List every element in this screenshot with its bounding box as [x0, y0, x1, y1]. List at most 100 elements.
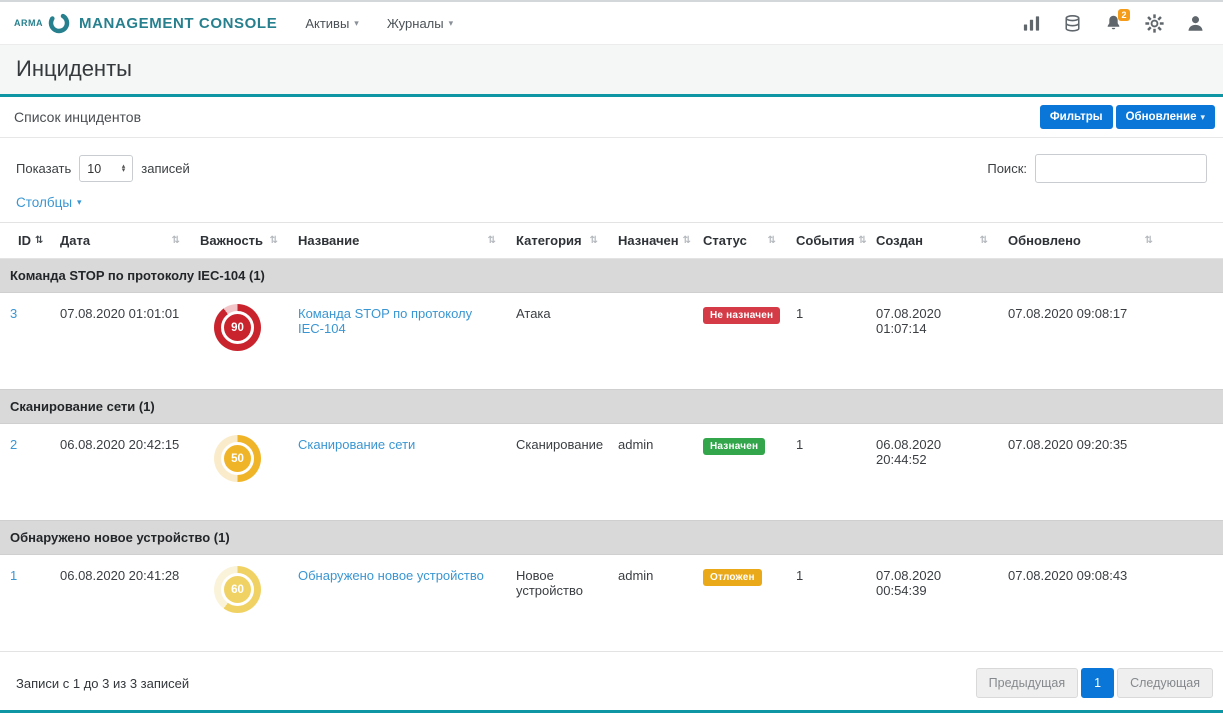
arma-logo-text: ARMA: [14, 18, 43, 28]
cell-status: Не назначен: [693, 293, 786, 390]
cell-events: 1: [786, 555, 866, 652]
sort-icon: ⇅: [858, 235, 866, 246]
header-events-label: События: [796, 233, 854, 248]
header-status[interactable]: Статус⇅: [693, 223, 786, 259]
menu-logs[interactable]: Журналы ▾: [387, 16, 453, 31]
menu-logs-label: Журналы: [387, 16, 444, 31]
header-created[interactable]: Создан ⇅: [866, 223, 998, 259]
header-status-label: Статус: [703, 233, 747, 248]
cell-events: 1: [786, 293, 866, 390]
incident-name-link[interactable]: Команда STOP по протоколу IEC-104: [298, 306, 472, 336]
cell-assigned: admin: [608, 555, 693, 652]
incident-name-link[interactable]: Сканирование сети: [298, 437, 415, 452]
sort-icon: ⇅: [590, 235, 598, 246]
group-header-row: Обнаружено новое устройство (1): [0, 521, 1223, 555]
incident-row: 1 06.08.2020 20:41:28 60 Обнаружено ново…: [0, 555, 1223, 652]
cell-id: 2: [0, 424, 50, 521]
cell-date: 07.08.2020 01:01:01: [50, 293, 190, 390]
cell-date: 06.08.2020 20:41:28: [50, 555, 190, 652]
header-name-label: Название: [298, 233, 359, 248]
group-label: Команда STOP по протоколу IEC-104 (1): [10, 268, 265, 283]
header-updated-label: Обновлено: [1008, 233, 1081, 248]
cell-id: 3: [0, 293, 50, 390]
header-id[interactable]: ID⇅: [0, 223, 50, 259]
notification-count-badge: 2: [1118, 9, 1130, 22]
header-category[interactable]: Категория ⇅: [506, 223, 608, 259]
panel-title: Список инцидентов: [14, 109, 141, 125]
header-category-label: Категория: [516, 233, 582, 248]
refresh-button[interactable]: Обновление ▾: [1116, 105, 1215, 129]
cell-created: 07.08.2020 01:07:14: [866, 293, 998, 390]
group-header-row: Сканирование сети (1): [0, 390, 1223, 424]
severity-value: 50: [221, 442, 254, 475]
main-menu: Активы ▾ Журналы ▾: [305, 16, 453, 31]
next-page-button[interactable]: Следующая: [1117, 668, 1213, 698]
cell-category: Новое устройство: [506, 555, 608, 652]
cell-name: Сканирование сети: [288, 424, 506, 521]
sort-icon: ⇅: [980, 235, 988, 246]
columns-control-row: Столбцы ▾: [0, 187, 1223, 222]
incident-name-link[interactable]: Обнаружено новое устройство: [298, 568, 484, 583]
records-summary: Записи с 1 до 3 из 3 записей: [16, 676, 189, 691]
header-updated[interactable]: Обновлено ⇅: [998, 223, 1223, 259]
group-label: Сканирование сети (1): [10, 399, 155, 414]
severity-value: 60: [221, 573, 254, 606]
header-name[interactable]: Название⇅: [288, 223, 506, 259]
caret-down-icon: ▾: [77, 198, 82, 207]
status-badge: Отложен: [703, 569, 762, 586]
search-control: Поиск:: [987, 154, 1207, 183]
cell-created: 07.08.2020 00:54:39: [866, 555, 998, 652]
menu-assets-label: Активы: [305, 16, 349, 31]
notifications-bell-icon[interactable]: 2: [1104, 14, 1123, 33]
group-label: Обнаружено новое устройство (1): [10, 530, 230, 545]
columns-dropdown-button[interactable]: Столбцы ▾: [16, 195, 82, 210]
database-icon[interactable]: [1063, 14, 1082, 33]
group-header-row: Команда STOP по протоколу IEC-104 (1): [0, 259, 1223, 293]
search-input[interactable]: [1035, 154, 1207, 183]
pagination: Предыдущая 1 Следующая: [976, 668, 1213, 698]
status-badge: Назначен: [703, 438, 765, 455]
brand-title: MANAGEMENT CONSOLE: [79, 15, 277, 32]
cell-category: Атака: [506, 293, 608, 390]
current-page-button[interactable]: 1: [1081, 668, 1114, 698]
header-severity[interactable]: Важность ⇅: [190, 223, 288, 259]
navbar-icon-group: 2: [1022, 14, 1205, 33]
header-created-label: Создан: [876, 233, 923, 248]
severity-value: 90: [221, 311, 254, 344]
page-size-control: Показать 10 ▴▾ записей: [16, 155, 190, 182]
incident-id-link[interactable]: 2: [10, 437, 17, 452]
cell-name: Обнаружено новое устройство: [288, 555, 506, 652]
severity-number: 90: [231, 322, 244, 334]
menu-assets[interactable]: Активы ▾: [305, 16, 359, 31]
cell-updated: 07.08.2020 09:08:17: [998, 293, 1223, 390]
cell-assigned: [608, 293, 693, 390]
severity-number: 60: [231, 584, 244, 596]
page-title: Инциденты: [16, 56, 1207, 82]
cell-name: Команда STOP по протоколу IEC-104: [288, 293, 506, 390]
incident-id-link[interactable]: 1: [10, 568, 17, 583]
reports-chart-icon[interactable]: [1022, 14, 1041, 33]
header-severity-label: Важность: [200, 233, 263, 248]
show-label: Показать: [16, 161, 71, 176]
table-controls: Показать 10 ▴▾ записей Поиск:: [0, 138, 1223, 187]
page-size-select[interactable]: 10 ▴▾: [79, 155, 133, 182]
cell-date: 06.08.2020 20:42:15: [50, 424, 190, 521]
cell-severity: 90: [190, 293, 288, 390]
header-date[interactable]: Дата⇅: [50, 223, 190, 259]
cell-events: 1: [786, 424, 866, 521]
header-assigned[interactable]: Назначен⇅: [608, 223, 693, 259]
header-events[interactable]: События ⇅: [786, 223, 866, 259]
sort-icon: ⇅: [270, 235, 278, 246]
filters-button[interactable]: Фильтры: [1040, 105, 1113, 129]
sort-icon: ⇅: [1145, 235, 1153, 246]
user-profile-icon[interactable]: [1186, 14, 1205, 33]
incident-id-link[interactable]: 3: [10, 306, 17, 321]
incidents-table: ID⇅ Дата⇅ Важность⇅ Название⇅ Категория⇅…: [0, 222, 1223, 652]
cell-updated: 07.08.2020 09:20:35: [998, 424, 1223, 521]
sort-icon: ⇅: [172, 235, 180, 246]
prev-page-button[interactable]: Предыдущая: [976, 668, 1078, 698]
brand-logo[interactable]: ARMA MANAGEMENT CONSOLE: [14, 11, 277, 35]
cell-updated: 07.08.2020 09:08:43: [998, 555, 1223, 652]
refresh-button-label: Обновление: [1126, 111, 1197, 123]
settings-gear-icon[interactable]: [1145, 14, 1164, 33]
